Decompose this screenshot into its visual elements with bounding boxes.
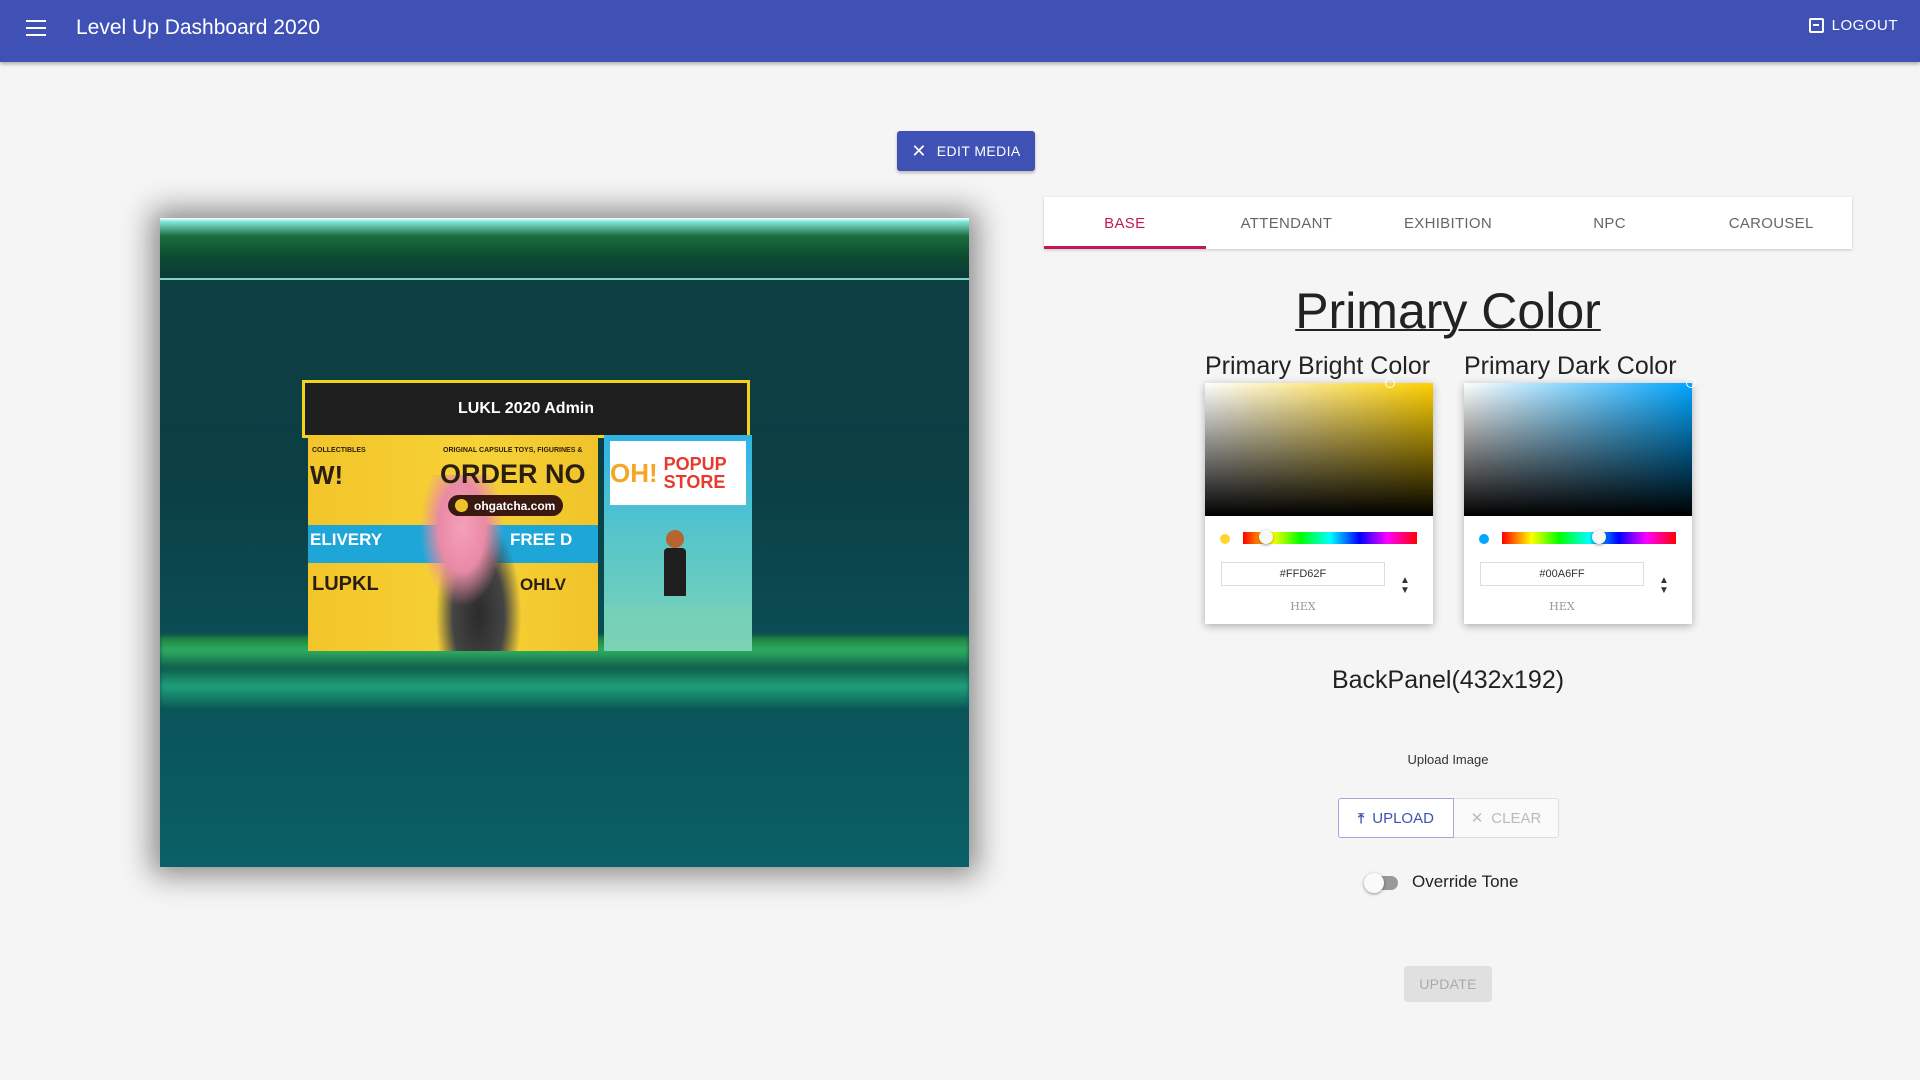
preview-ceiling <box>160 218 969 280</box>
clear-button[interactable]: ✕ CLEAR <box>1454 798 1559 838</box>
banner-text: OHLV <box>520 575 566 594</box>
hex-caption: HEX <box>1549 600 1575 613</box>
banner-text: W! <box>310 460 344 490</box>
booth-counter <box>604 605 752 651</box>
booth-preview[interactable]: LUKL 2020 Admin COLLECTIBLES ORIGINAL CA… <box>160 218 969 867</box>
booth-banner-image: COLLECTIBLES ORIGINAL CAPSULE TOYS, FIGU… <box>308 435 598 651</box>
banner-text: ELIVERY <box>310 530 383 549</box>
banner-website: ohgatcha.com <box>448 495 563 516</box>
hue-slider[interactable] <box>1502 530 1676 544</box>
upload-icon: ⤒ <box>1358 809 1365 826</box>
app-title: Level Up Dashboard 2020 <box>76 16 321 39</box>
banner-text: ORDER NO <box>440 459 586 489</box>
saturation-handle[interactable] <box>1686 378 1696 388</box>
close-icon: ✕ <box>911 141 927 161</box>
logout-button[interactable]: LOGOUT <box>1808 17 1898 34</box>
saturation-area[interactable] <box>1464 378 1696 516</box>
upload-button[interactable]: ⤒ UPLOAD <box>1338 798 1454 838</box>
app-bar: Level Up Dashboard 2020 LOGOUT <box>0 0 1920 62</box>
tab-carousel[interactable]: CAROUSEL <box>1690 197 1852 249</box>
clear-label: CLEAR <box>1491 809 1542 827</box>
logo-oh: OH! <box>610 458 658 488</box>
hex-input[interactable] <box>1480 562 1644 586</box>
booth-header: LUKL 2020 Admin <box>302 380 750 438</box>
hex-input[interactable] <box>1221 562 1385 586</box>
format-toggle-icon[interactable]: ▲ ▼ <box>1398 576 1412 596</box>
edit-media-button[interactable]: ✕ EDIT MEDIA <box>897 131 1035 171</box>
tab-bar: BASE ATTENDANT EXHIBITION NPC CAROUSEL <box>1044 197 1852 249</box>
upload-caption: Upload Image <box>1407 752 1489 767</box>
hex-caption: HEX <box>1290 600 1316 613</box>
dark-color-label: Primary Dark Color <box>1464 352 1677 380</box>
banner-text: ORIGINAL CAPSULE TOYS, FIGURINES & <box>443 447 583 454</box>
close-icon: ✕ <box>1470 810 1484 827</box>
upload-button-group: ⤒ UPLOAD ✕ CLEAR <box>1338 798 1559 838</box>
update-button[interactable]: UPDATE <box>1404 966 1492 1002</box>
dark-color-picker: HEX ▲▼ <box>1464 378 1696 624</box>
saturation-handle[interactable] <box>1385 378 1395 388</box>
hue-slider-knob[interactable] <box>1259 530 1273 544</box>
logout-icon <box>1808 18 1824 33</box>
booth: LUKL 2020 Admin COLLECTIBLES ORIGINAL CA… <box>302 380 756 653</box>
tab-attendant[interactable]: ATTENDANT <box>1206 197 1368 249</box>
edit-media-label: EDIT MEDIA <box>936 143 1021 159</box>
popup-store-logo: OH! POPUP STORE <box>610 441 746 505</box>
section-title: Primary Color <box>1295 283 1601 339</box>
override-tone-label: Override Tone <box>1412 872 1519 891</box>
hue-slider-knob[interactable] <box>1592 530 1606 544</box>
attendant-figure <box>660 530 690 596</box>
color-swatch <box>1479 534 1489 544</box>
tab-exhibition[interactable]: EXHIBITION <box>1367 197 1529 249</box>
backpanel-label: BackPanel(432x192) <box>1331 666 1565 694</box>
menu-icon[interactable] <box>26 20 46 36</box>
logout-label: LOGOUT <box>1831 17 1898 34</box>
format-toggle-icon[interactable]: ▲ ▼ <box>1657 576 1671 596</box>
saturation-area[interactable] <box>1205 378 1433 516</box>
bright-color-picker: HEX ▲▼ <box>1205 378 1433 624</box>
banner-text: LUPKL <box>312 573 379 595</box>
tab-npc[interactable]: NPC <box>1529 197 1691 249</box>
logo-text: POPUP STORE <box>663 454 727 492</box>
upload-label: UPLOAD <box>1372 809 1434 827</box>
bright-color-label: Primary Bright Color <box>1205 352 1431 380</box>
override-tone-switch[interactable] <box>1364 873 1400 893</box>
banner-text: FREE D <box>510 530 573 549</box>
color-swatch <box>1220 534 1230 544</box>
hue-slider[interactable] <box>1243 530 1417 544</box>
tab-base[interactable]: BASE <box>1044 197 1206 249</box>
banner-text: COLLECTIBLES <box>312 447 366 454</box>
